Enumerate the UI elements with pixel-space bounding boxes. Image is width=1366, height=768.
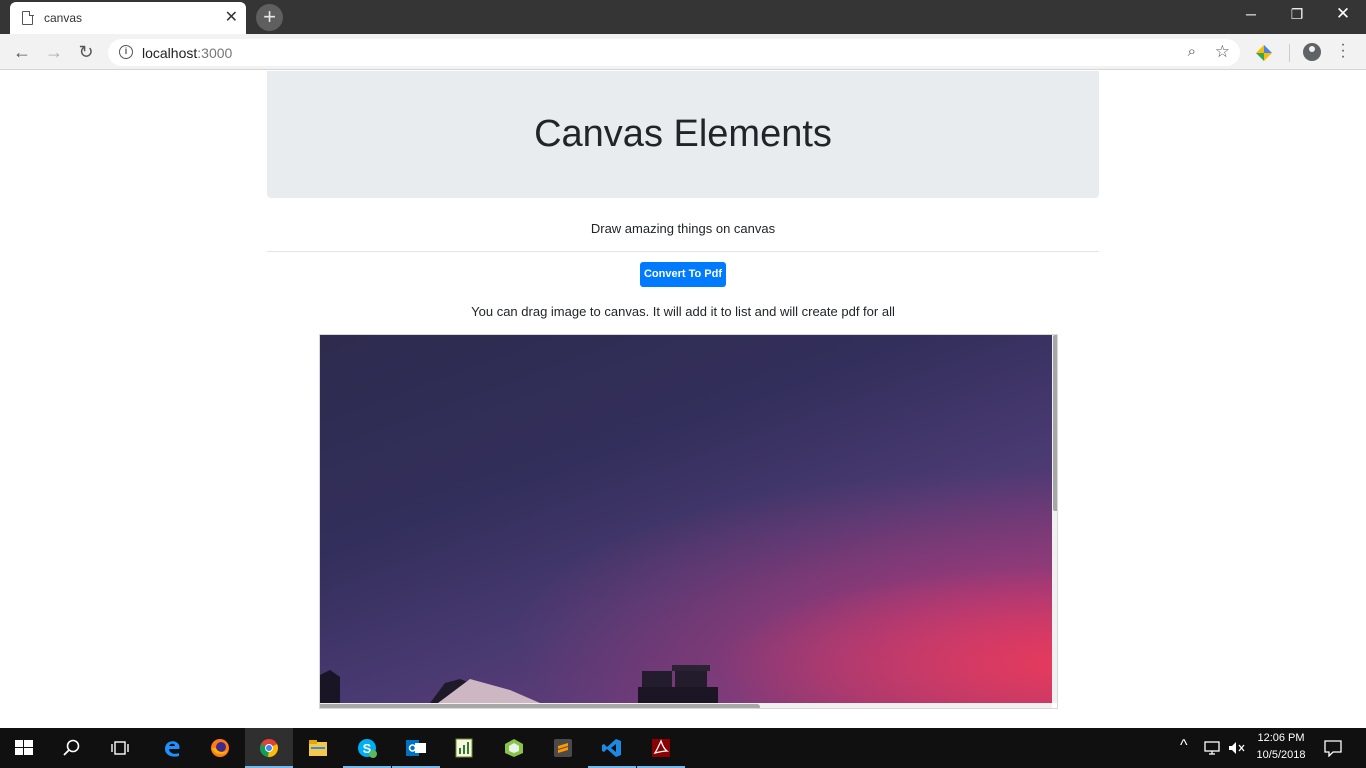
windows-taskbar: S ^ 12:06 PM 10/5/2018 xyxy=(0,728,1366,768)
browser-titlebar: canvas ✕ + ─ ❐ ✕ xyxy=(0,0,1366,34)
minimize-button[interactable]: ─ xyxy=(1228,0,1274,30)
start-button[interactable] xyxy=(0,728,48,768)
zoom-icon[interactable]: ⌕ xyxy=(1188,43,1196,60)
task-view-icon xyxy=(111,741,129,755)
bookmark-star-icon[interactable]: ☆ xyxy=(1215,42,1230,62)
profile-icon[interactable] xyxy=(1303,43,1321,61)
close-tab-icon[interactable]: ✕ xyxy=(225,8,238,28)
taskbar-sublime-text[interactable] xyxy=(539,728,587,768)
menu-icon[interactable]: · · · xyxy=(1338,37,1348,65)
back-button[interactable]: ← xyxy=(10,40,34,64)
taskbar-outlook[interactable] xyxy=(392,728,440,768)
taskbar-app[interactable] xyxy=(490,728,538,768)
notification-center-icon[interactable] xyxy=(1324,739,1342,757)
task-view-button[interactable] xyxy=(96,728,144,768)
page-viewport: Canvas Elements Draw amazing things on c… xyxy=(0,71,1366,728)
file-explorer-icon xyxy=(309,740,327,756)
taskbar-vscode[interactable] xyxy=(588,728,636,768)
sunset-house-image xyxy=(320,665,718,703)
new-tab-button[interactable]: + xyxy=(256,4,283,31)
address-bar[interactable]: i localhost:3000 ⌕ ☆ xyxy=(108,39,1240,66)
canvas-container[interactable] xyxy=(319,334,1058,709)
outlook-icon xyxy=(406,740,426,756)
sublime-text-icon xyxy=(554,739,572,757)
vertical-scrollbar-thumb[interactable] xyxy=(1053,335,1057,511)
chrome-icon xyxy=(260,739,278,758)
restore-button[interactable]: ❐ xyxy=(1274,0,1320,30)
taskbar-chrome[interactable] xyxy=(245,728,293,768)
tab-title: canvas xyxy=(44,11,83,25)
horizontal-scrollbar-thumb[interactable] xyxy=(320,704,760,708)
clock-date[interactable]: 10/5/2018 xyxy=(1252,749,1310,761)
info-icon[interactable]: i xyxy=(119,45,133,59)
acrobat-icon xyxy=(652,739,670,757)
taskbar-firefox[interactable] xyxy=(196,728,244,768)
url-text: localhost:3000 xyxy=(142,45,233,61)
search-button[interactable] xyxy=(48,728,96,768)
page-title: Canvas Elements xyxy=(534,113,832,155)
vscode-icon xyxy=(602,739,621,757)
taskbar-file-explorer[interactable] xyxy=(294,728,342,768)
divider xyxy=(267,251,1099,252)
reload-button[interactable]: ↻ xyxy=(74,40,98,64)
extension-icon[interactable] xyxy=(1255,44,1273,62)
lead-text: Draw amazing things on canvas xyxy=(590,221,776,236)
drag-hint-text: You can drag image to canvas. It will ad… xyxy=(471,304,895,319)
jumbotron: Canvas Elements xyxy=(267,71,1099,198)
firefox-icon xyxy=(211,739,229,757)
browser-toolbar: ← → ↻ i localhost:3000 ⌕ ☆ · · · xyxy=(0,34,1366,70)
forward-button[interactable]: → xyxy=(42,40,66,64)
drawing-canvas[interactable] xyxy=(320,335,1052,703)
volume-muted-icon[interactable] xyxy=(1228,740,1246,756)
toolbar-separator xyxy=(1289,44,1290,62)
windows-start-icon xyxy=(15,740,33,755)
skype-icon: S xyxy=(358,739,377,758)
network-icon[interactable] xyxy=(1204,740,1222,756)
page-icon xyxy=(22,10,34,25)
close-window-button[interactable]: ✕ xyxy=(1320,0,1366,30)
taskbar-acrobat[interactable] xyxy=(637,728,685,768)
edge-icon xyxy=(165,741,180,757)
app-icon xyxy=(505,739,523,757)
clock-time[interactable]: 12:06 PM xyxy=(1252,732,1310,744)
tray-chevron-icon[interactable]: ^ xyxy=(1180,737,1188,755)
taskbar-edge[interactable] xyxy=(148,728,196,768)
taskbar-skype[interactable]: S xyxy=(343,728,391,768)
search-icon xyxy=(63,739,80,756)
spreadsheet-icon xyxy=(455,738,473,758)
browser-tab[interactable]: canvas ✕ xyxy=(10,2,246,34)
taskbar-spreadsheet[interactable] xyxy=(440,728,488,768)
convert-to-pdf-button[interactable]: Convert To Pdf xyxy=(640,262,726,287)
